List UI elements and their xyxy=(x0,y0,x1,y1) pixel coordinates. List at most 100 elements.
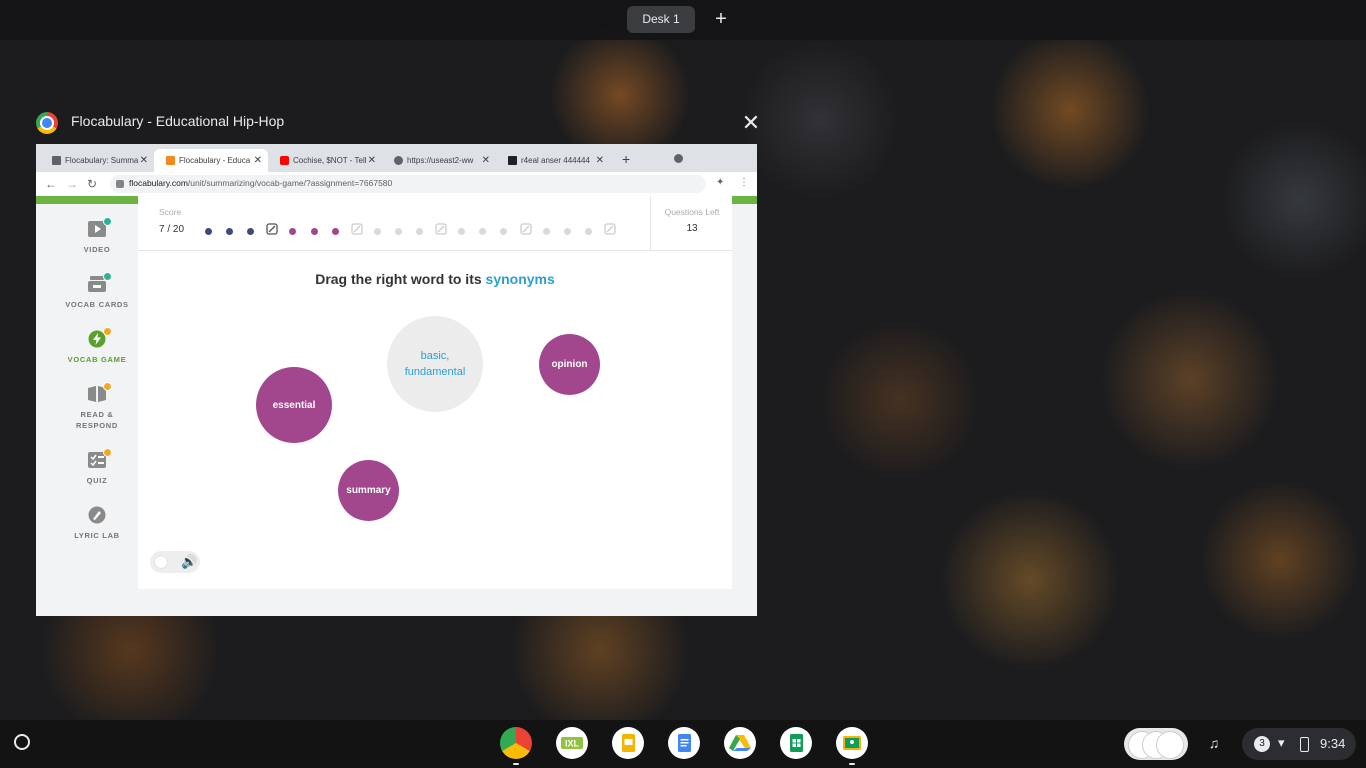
launcher-button[interactable] xyxy=(14,734,30,750)
progress-dot xyxy=(310,228,318,235)
svg-text:IXL: IXL xyxy=(565,739,580,749)
milestone-icon xyxy=(603,222,617,236)
address-bar[interactable]: flocabulary.com/unit/summarizing/vocab-g… xyxy=(110,175,706,193)
progress-dot xyxy=(584,228,592,235)
toggle-knob xyxy=(155,556,167,568)
complete-check-icon xyxy=(103,272,112,281)
in-progress-dot xyxy=(103,382,112,391)
reload-icon[interactable]: ↻ xyxy=(87,176,97,192)
wifi-icon: ▾ xyxy=(1278,735,1285,750)
extensions-icon[interactable]: ✦ xyxy=(716,177,724,188)
speaker-icon: 🔊 xyxy=(181,554,198,569)
close-tab-icon[interactable]: ✕ xyxy=(254,149,262,172)
holding-space[interactable] xyxy=(1124,728,1188,760)
milestone-icon xyxy=(434,222,448,236)
score-label: Score xyxy=(159,207,182,217)
tab-favicon xyxy=(52,156,61,166)
drop-target-definition[interactable]: basic, fundamental xyxy=(387,316,483,412)
progress-dot xyxy=(479,228,487,235)
milestone-icon xyxy=(265,222,279,236)
youtube-icon xyxy=(280,156,289,166)
progress-dot xyxy=(394,228,402,235)
url-text: flocabulary.com/unit/summarizing/vocab-g… xyxy=(129,178,393,188)
drive-app-icon[interactable] xyxy=(724,727,756,759)
milestone-icon xyxy=(519,222,533,236)
back-icon[interactable]: ← xyxy=(45,176,57,192)
word-bubble-summary[interactable]: summary xyxy=(338,460,399,521)
chrome-icon xyxy=(36,112,58,134)
complete-check-icon xyxy=(103,217,112,226)
close-tab-icon[interactable]: ✕ xyxy=(368,149,376,172)
sidebar-item-vocab-cards[interactable]: VOCAB CARDS xyxy=(54,272,140,310)
question-prompt: Drag the right word to its synonyms xyxy=(315,271,555,287)
close-tab-icon[interactable]: ✕ xyxy=(482,149,490,172)
media-controls-icon[interactable]: ♫ xyxy=(1203,732,1225,754)
progress-dot xyxy=(416,228,423,235)
progress-dot xyxy=(289,228,297,235)
notification-count: 3 xyxy=(1254,736,1270,752)
tab-useast2[interactable]: https://useast2-ww ✕ xyxy=(382,149,496,172)
lock-icon xyxy=(116,180,124,188)
page-content: VIDEO VOCAB CARDS VOCAB GAME READ & RESP… xyxy=(36,196,757,616)
tab-favicon xyxy=(166,156,175,166)
slides-app-icon[interactable] xyxy=(612,727,644,759)
score-bar: Score 7 / 20 Questions Left 13 xyxy=(138,196,732,251)
tab-favicon xyxy=(508,156,517,166)
browser-window: Flocabulary: Summa ✕ Flocabulary - Educa ✕… xyxy=(36,144,757,616)
lyric-lab-icon xyxy=(87,506,107,524)
progress-dot xyxy=(247,228,255,235)
questions-left-label: Questions Left xyxy=(664,207,720,217)
menu-icon[interactable]: ⋮ xyxy=(739,177,749,188)
milestone-icon xyxy=(350,222,364,236)
progress-dot xyxy=(226,228,234,235)
sidebar-item-lyric-lab[interactable]: LYRIC LAB xyxy=(54,506,140,541)
questions-left: Questions Left 13 xyxy=(650,196,733,250)
holding-thumbnail xyxy=(1156,731,1184,759)
questions-left-value: 13 xyxy=(686,223,698,234)
tab-youtube[interactable]: Cochise, $NOT - Tell ✕ xyxy=(268,149,382,172)
docs-app-icon[interactable] xyxy=(668,727,700,759)
clock: 9:34 xyxy=(1320,736,1346,751)
word-bubble-opinion[interactable]: opinion xyxy=(539,334,600,395)
score-value: 7 / 20 xyxy=(159,224,185,235)
globe-icon xyxy=(394,156,403,166)
tab-flocabulary-educational[interactable]: Flocabulary - Educa ✕ xyxy=(154,149,268,172)
add-desk-button[interactable]: + xyxy=(710,8,732,30)
tab-r4eal-anser[interactable]: r4eal anser 444444 ✕ xyxy=(496,149,610,172)
classroom-app-icon[interactable] xyxy=(836,727,868,759)
progress-dot xyxy=(458,228,466,235)
desk-button[interactable]: Desk 1 xyxy=(627,6,695,33)
sheets-app-icon[interactable] xyxy=(780,727,812,759)
ixl-app-icon[interactable]: IXL xyxy=(556,727,588,759)
quiz-checklist-icon xyxy=(87,448,112,469)
window-title: Flocabulary - Educational Hip-Hop xyxy=(71,113,285,129)
sound-toggle[interactable]: 🔊 xyxy=(150,551,200,573)
word-bubble-essential[interactable]: essential xyxy=(256,367,332,443)
browser-toolbar: ← → ↻ flocabulary.com/unit/summarizing/v… xyxy=(36,172,757,196)
tab-flocabulary-summary[interactable]: Flocabulary: Summa ✕ xyxy=(40,149,154,172)
progress-dot xyxy=(500,228,508,235)
sidebar-item-video[interactable]: VIDEO xyxy=(54,217,140,255)
new-tab-button[interactable]: + xyxy=(622,151,630,167)
prompt-highlight: synonyms xyxy=(485,271,555,287)
video-icon xyxy=(87,217,112,238)
tab-search-icon[interactable] xyxy=(674,154,683,163)
progress-dot xyxy=(373,228,381,235)
in-progress-dot xyxy=(103,448,112,457)
running-indicator xyxy=(513,763,519,765)
forward-icon[interactable]: → xyxy=(66,176,78,192)
running-indicator xyxy=(849,763,855,765)
vocab-cards-icon xyxy=(87,272,112,293)
chrome-app-icon[interactable] xyxy=(500,727,532,759)
close-tab-icon[interactable]: ✕ xyxy=(596,149,604,172)
sidebar-item-vocab-game[interactable]: VOCAB GAME xyxy=(54,327,140,365)
in-progress-dot xyxy=(103,327,112,336)
sidebar-item-read-respond[interactable]: READ & RESPOND xyxy=(54,382,140,431)
close-tab-icon[interactable]: ✕ xyxy=(140,149,148,172)
sidebar-item-quiz[interactable]: QUIZ xyxy=(54,448,140,486)
tab-strip: Flocabulary: Summa ✕ Flocabulary - Educa ✕… xyxy=(36,144,757,172)
lightning-icon xyxy=(87,327,112,348)
close-window-button[interactable]: ✕ xyxy=(740,112,762,134)
progress-dot xyxy=(542,228,550,235)
status-area[interactable]: 3 ▾ 9:34 xyxy=(1242,728,1356,760)
